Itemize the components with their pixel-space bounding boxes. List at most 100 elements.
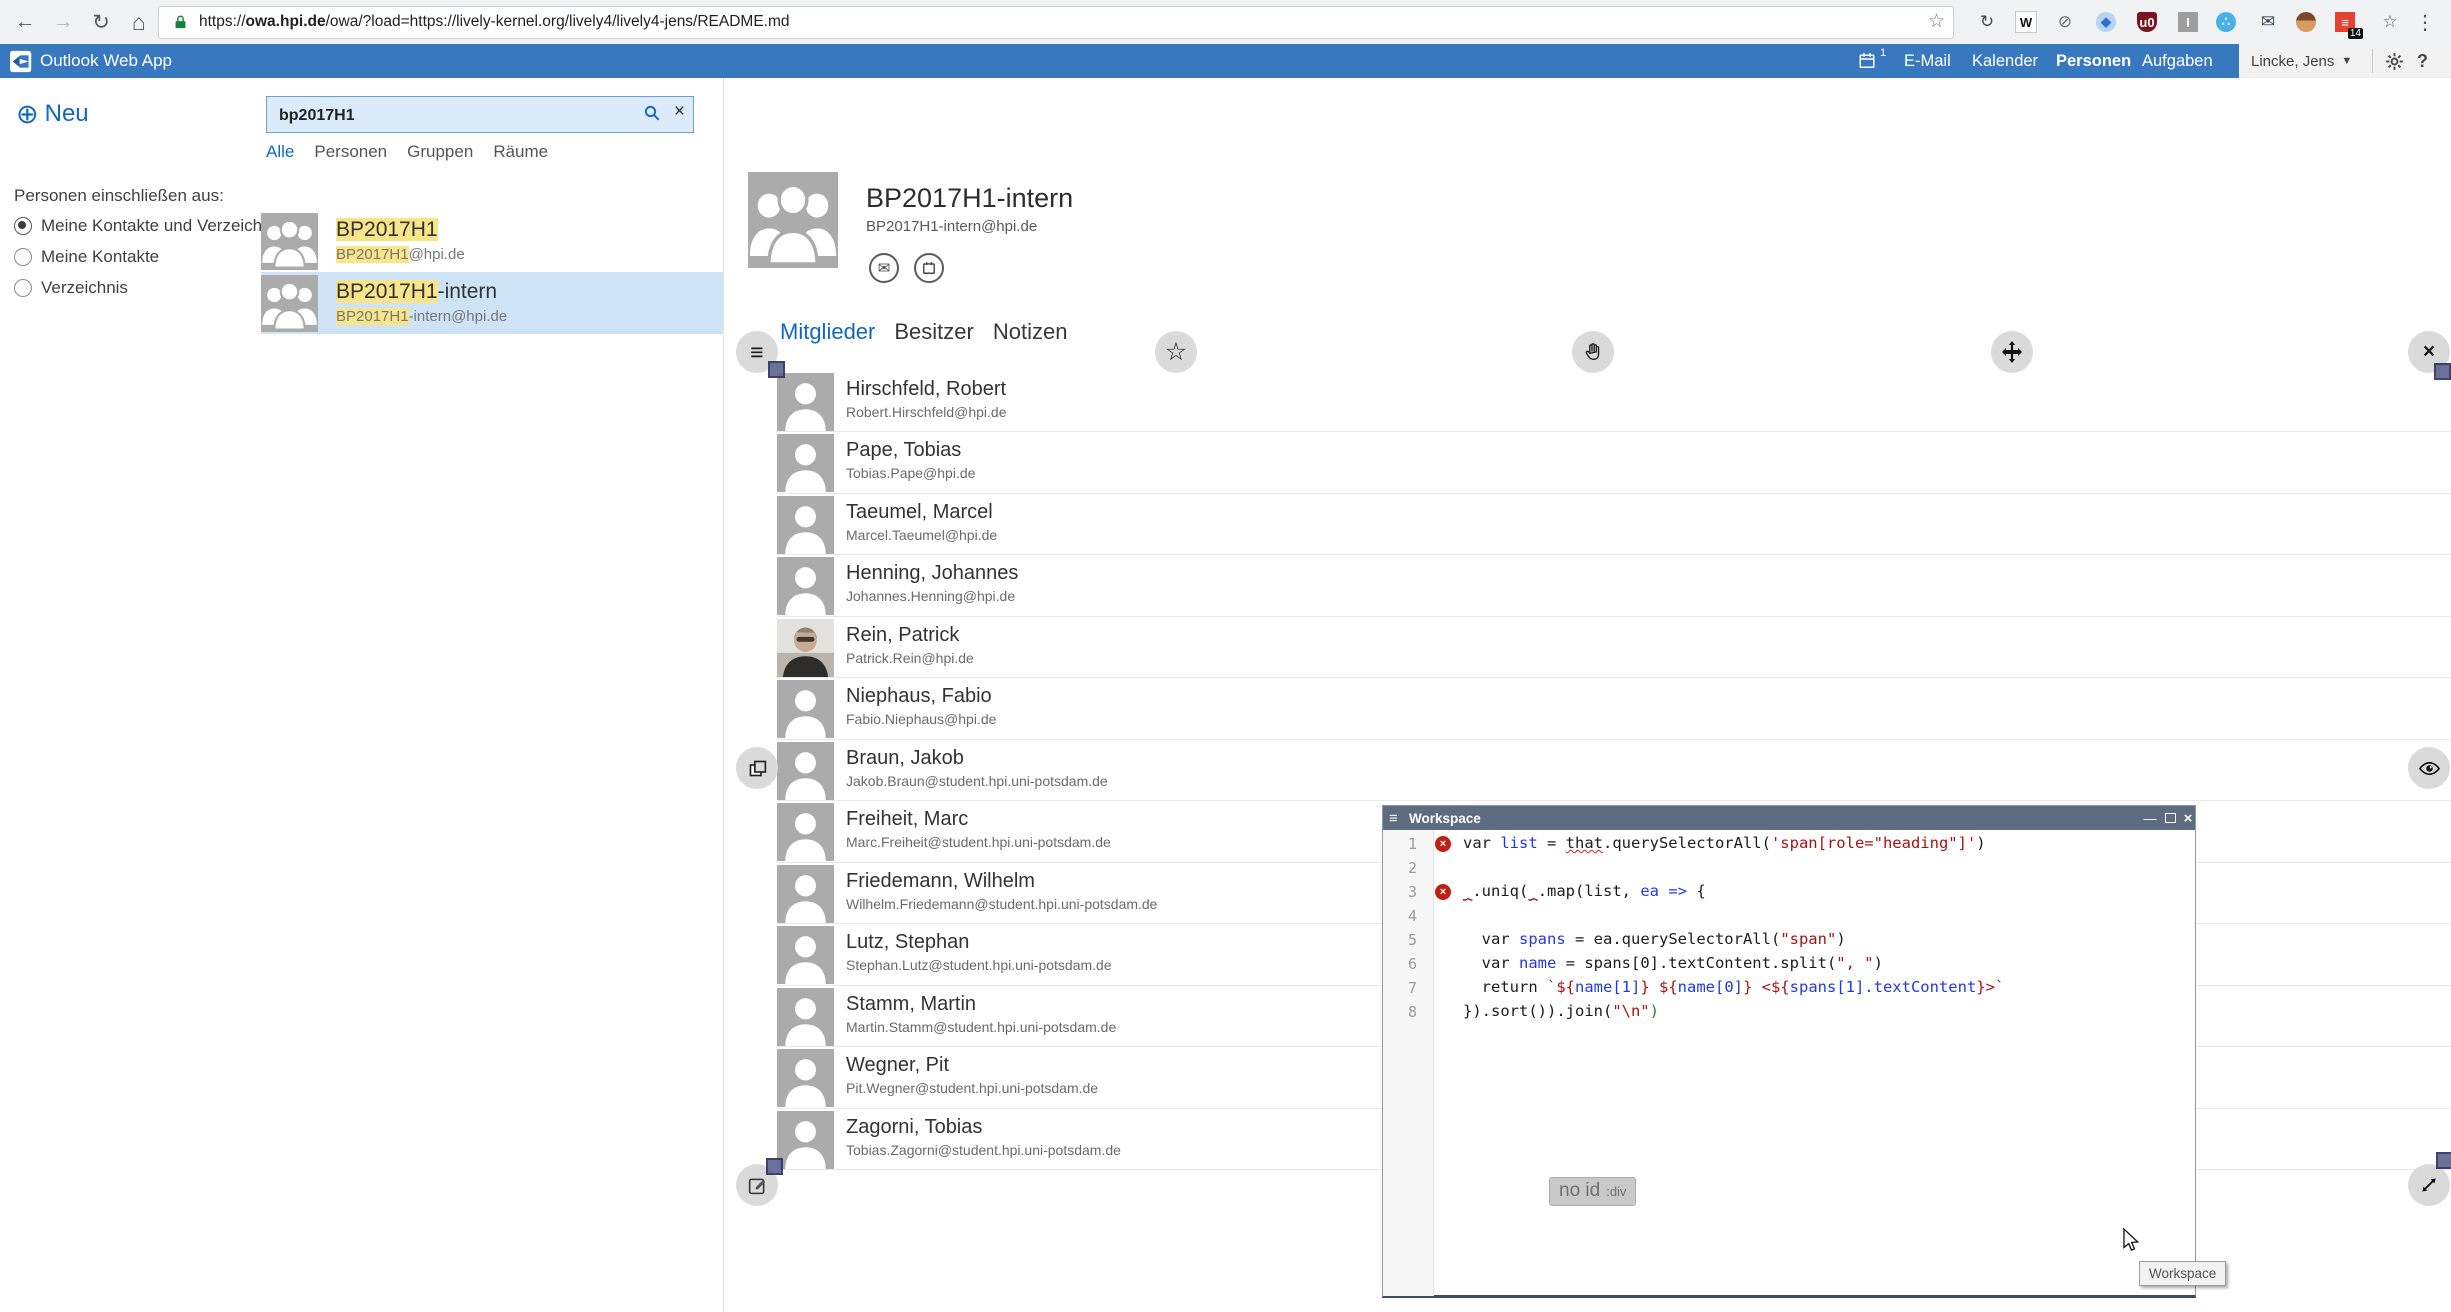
help-button[interactable]: ?	[2417, 44, 2428, 78]
filter-tab-räume[interactable]: Räume	[493, 142, 548, 162]
new-label: Neu	[45, 100, 89, 128]
user-menu[interactable]: Lincke, Jens▼	[2251, 44, 2352, 78]
radio-label: Meine Kontakte	[41, 247, 159, 267]
todoist-extension-icon[interactable]: ≡14	[2331, 8, 2359, 36]
code-line[interactable]: 6 var name = spans[0].textContent.split(…	[1383, 952, 2195, 976]
halo-hand-icon[interactable]	[1572, 331, 1614, 373]
new-contact-button[interactable]: ⊕ Neu	[16, 100, 89, 128]
filter-tab-alle[interactable]: Alle	[266, 142, 294, 162]
member-avatar	[777, 434, 834, 492]
member-row[interactable]: Braun, JakobJakob.Braun@student.hpi.uni-…	[777, 740, 2451, 802]
clear-search-icon[interactable]: ×	[674, 101, 685, 123]
ublock-origin-extension-icon[interactable]: u0	[2133, 8, 2161, 36]
wikipedia-extension-icon[interactable]: W	[2012, 8, 2040, 36]
share-extension-icon[interactable]: ∴	[2212, 8, 2240, 36]
code-text: var spans = ea.querySelectorAll("span")	[1463, 930, 1846, 948]
bookmark-star-icon[interactable]: ☆	[1928, 10, 1945, 33]
halo-copy-icon[interactable]	[736, 747, 778, 789]
letter-i-extension-icon[interactable]: I	[2174, 8, 2202, 36]
search-icon[interactable]	[643, 104, 661, 122]
member-email: Patrick.Rein@hpi.de	[846, 650, 974, 666]
address-bar[interactable]: https://owa.hpi.de/owa/?load=https://liv…	[158, 6, 1954, 39]
member-avatar	[777, 1049, 834, 1107]
code-line[interactable]: 7 return `${name[1]} ${name[0]} <${spans…	[1383, 976, 2195, 1000]
inbox-extension-icon[interactable]: ✉	[2254, 8, 2282, 36]
owa-nav-email[interactable]: E-Mail	[1904, 44, 1951, 78]
window-minimize-icon[interactable]: —	[2141, 806, 2159, 830]
member-row[interactable]: Niephaus, FabioFabio.Niephaus@hpi.de	[777, 678, 2451, 740]
code-line[interactable]: 3×_.uniq(_.map(list, ea => {	[1383, 880, 2195, 904]
search-result-row[interactable]: BP2017H1-internBP2017H1-intern@hpi.de	[261, 272, 723, 334]
envelope-icon: ✉	[878, 259, 891, 277]
code-text: _.uniq(_.map(list, ea => {	[1463, 882, 1706, 900]
radio-icon[interactable]	[14, 279, 32, 297]
member-row[interactable]: Taeumel, MarcelMarcel.Taeumel@hpi.de	[777, 494, 2451, 556]
include-option-radio[interactable]: Meine Kontakte	[14, 247, 159, 267]
owa-nav-kalender[interactable]: Kalender	[1972, 44, 2038, 78]
member-avatar	[777, 373, 834, 431]
member-name: Zagorni, Tobias	[846, 1116, 982, 1139]
code-line[interactable]: 8}).sort()).join("\n")	[1383, 1000, 2195, 1024]
member-avatar	[777, 1111, 834, 1169]
member-name: Freiheit, Marc	[846, 808, 968, 831]
include-option-radio[interactable]: Meine Kontakte und Verzeichnis	[14, 216, 284, 236]
code-line[interactable]: 5 var spans = ea.querySelectorAll("span"…	[1383, 928, 2195, 952]
search-input[interactable]	[277, 97, 651, 134]
member-email: Martin.Stamm@student.hpi.uni-potsdam.de	[846, 1019, 1116, 1035]
member-row[interactable]: Hirschfeld, RobertRobert.Hirschfeld@hpi.…	[777, 371, 2451, 433]
owa-nav-aufgaben[interactable]: Aufgaben	[2142, 44, 2213, 78]
session-restore-extension-icon[interactable]: ↻	[1973, 8, 2001, 36]
code-line[interactable]: 2	[1383, 856, 2195, 880]
halo-move-icon[interactable]	[1991, 331, 2033, 373]
workspace-titlebar[interactable]: ≡ Workspace — ×	[1383, 806, 2195, 830]
halo-corner-handle[interactable]	[766, 1158, 783, 1175]
tab-notizen[interactable]: Notizen	[993, 319, 1068, 345]
avatar-extension-icon[interactable]	[2292, 8, 2320, 36]
scholar-extension-icon[interactable]: ◆	[2092, 8, 2120, 36]
window-close-icon[interactable]: ×	[2179, 806, 2197, 830]
filter-tab-personen[interactable]: Personen	[314, 142, 387, 162]
halo-corner-handle[interactable]	[768, 361, 785, 378]
halo-corner-handle[interactable]	[2434, 363, 2451, 380]
send-mail-button[interactable]: ✉	[869, 253, 899, 283]
code-text: return `${name[1]} ${name[0]} <${spans[1…	[1463, 978, 2004, 996]
camera-block-extension-icon[interactable]: ⊘	[2051, 8, 2079, 36]
radio-icon[interactable]	[14, 217, 32, 235]
halo-resize-icon[interactable]	[2408, 1164, 2450, 1206]
reminder-calendar-icon[interactable]	[1858, 51, 1876, 70]
schedule-meeting-button[interactable]	[914, 253, 944, 283]
halo-eye-icon[interactable]	[2408, 747, 2450, 789]
halo-star-icon[interactable]: ☆	[1155, 331, 1197, 373]
code-line[interactable]: 1×var list = that.querySelectorAll('span…	[1383, 832, 2195, 856]
member-row[interactable]: Pape, TobiasTobias.Pape@hpi.de	[777, 432, 2451, 494]
browser-back-icon[interactable]: ←	[10, 7, 40, 37]
calendar-icon	[922, 261, 936, 275]
line-number: 4	[1385, 907, 1417, 925]
extension-knot-icon[interactable]: ☆	[2376, 8, 2404, 36]
owa-logo-icon[interactable]	[10, 50, 33, 73]
member-row[interactable]: Henning, JohannesJohannes.Henning@hpi.de	[777, 555, 2451, 617]
window-maximize-icon[interactable]	[2161, 806, 2179, 830]
include-option-radio[interactable]: Verzeichnis	[14, 278, 128, 298]
browser-menu-icon[interactable]: ⋮	[2411, 8, 2439, 36]
halo-corner-handle[interactable]	[2436, 1152, 2451, 1169]
member-avatar	[777, 865, 834, 923]
member-name: Pape, Tobias	[846, 439, 961, 462]
group-avatar	[261, 275, 318, 332]
settings-gear-icon[interactable]	[2385, 52, 2404, 71]
radio-icon[interactable]	[14, 248, 32, 266]
filter-tab-gruppen[interactable]: Gruppen	[407, 142, 473, 162]
result-email: BP2017H1@hpi.de	[336, 246, 465, 263]
member-avatar	[777, 742, 834, 800]
code-line[interactable]: 4	[1383, 904, 2195, 928]
window-menu-icon[interactable]: ≡	[1389, 806, 1398, 830]
tab-besitzer[interactable]: Besitzer	[894, 319, 973, 345]
browser-reload-icon[interactable]: ↻	[86, 7, 116, 37]
tab-mitglieder[interactable]: Mitglieder	[780, 319, 875, 345]
owa-nav-personen[interactable]: Personen	[2056, 44, 2131, 78]
workspace-tooltip: Workspace	[2139, 1261, 2226, 1286]
member-row[interactable]: Rein, PatrickPatrick.Rein@hpi.de	[777, 617, 2451, 679]
browser-home-icon[interactable]: ⌂	[124, 7, 154, 37]
browser-forward-icon[interactable]: →	[48, 7, 78, 37]
search-result-row[interactable]: BP2017H1BP2017H1@hpi.de	[261, 210, 723, 272]
